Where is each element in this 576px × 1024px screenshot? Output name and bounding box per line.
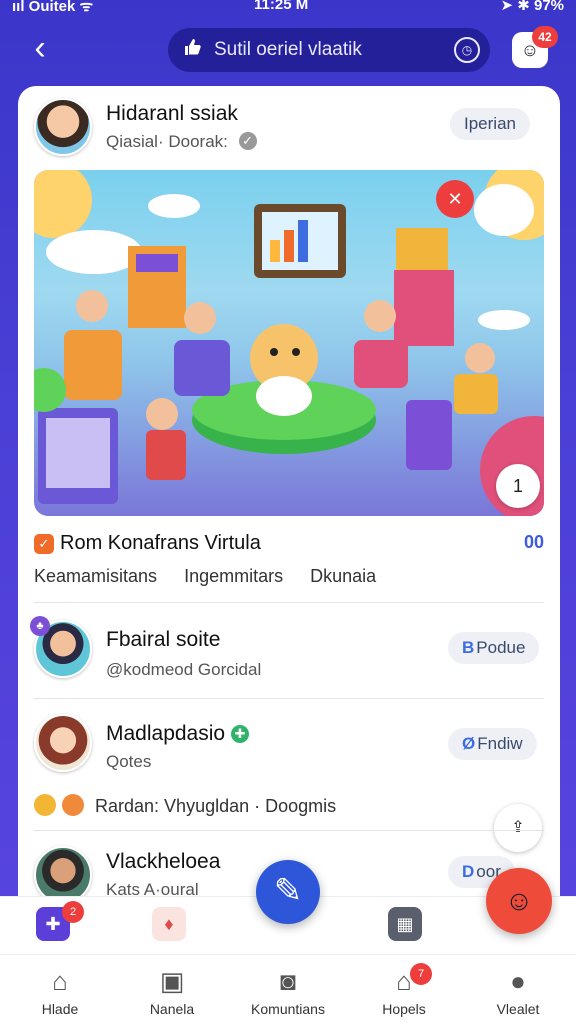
tag-item[interactable]: Ingemmitars (184, 566, 283, 586)
profile-action-button[interactable]: Iperian (450, 108, 530, 140)
top-header: ‹ Sutil oeriel vlaatik ◷ ☺ 42 (0, 24, 576, 80)
tab-label: Hopels (382, 1001, 426, 1017)
badge-icon: ✓ (34, 534, 54, 554)
divider (34, 698, 544, 699)
post-tags: Keamamisitans Ingemmitars Dkunaia (34, 566, 398, 587)
person-name[interactable]: Madlapdasio (106, 722, 225, 745)
hero-illustration (34, 170, 544, 516)
post-title[interactable]: Rom Konafrans Virtula (60, 532, 261, 555)
notification-badge: 42 (532, 26, 558, 48)
bottom-tab-bar: ⌂ Hlade ▣ Nanela ◙ Komuntians ⌂ Hopels 7… (0, 954, 576, 1024)
check-icon: ✓ (238, 132, 257, 150)
follow-button[interactable]: Ø Fndiw (448, 728, 537, 760)
tab-label: Nanela (149, 1001, 195, 1017)
bag-icon: ▣ (159, 966, 185, 996)
follow-icon: D (462, 862, 475, 881)
people-icon[interactable]: ♦ (152, 907, 186, 941)
search-bar[interactable]: Sutil oeriel vlaatik ◷ (168, 28, 490, 72)
person-handle: Qotes (106, 752, 152, 771)
status-bar: ııl Ouitek ᯤ 11:25 M ➤ ✱ 97% (0, 0, 576, 18)
follow-icon: Ø (462, 734, 476, 753)
meta-text: Rardan: Vhyugldan · Doogmis (95, 796, 337, 816)
tab-label: Vlealet (496, 1001, 540, 1017)
clock-text: 11:25 M (254, 0, 309, 13)
tab-label: Komuntians (251, 1001, 325, 1017)
person-name[interactable]: Vlackheloea (106, 850, 220, 874)
person-name[interactable]: Fbairal soite (106, 628, 220, 652)
divider (34, 830, 544, 831)
search-label: Sutil oeriel vlaatik (214, 39, 362, 60)
battery-text: ➤ ✱ 97% (500, 0, 565, 14)
tab-komuntians[interactable]: ◙ Komuntians (238, 965, 338, 1017)
profile-name: Hidaranl ssiak (106, 102, 238, 125)
tab-label: Hlade (41, 1001, 79, 1017)
post-title-row: ✓ Rom Konafrans Virtula 00 (34, 532, 544, 560)
person-icon: ● (510, 966, 526, 996)
follow-label: Fndiw (477, 734, 523, 753)
tab-vlealet[interactable]: ● Vlealet (468, 965, 568, 1017)
hero-counter-button[interactable]: 1 (496, 464, 540, 508)
compose-button[interactable]: ✎ (256, 860, 320, 924)
camera-icon: ◙ (280, 966, 296, 996)
meta-row: Rardan: Vhyugldan · Doogmis (34, 794, 336, 817)
verified-icon: ✚ (231, 725, 250, 743)
clock-icon[interactable]: ◷ (454, 37, 480, 63)
hero-image[interactable]: ✕ 1 (34, 170, 544, 516)
post-count: 00 (523, 532, 544, 552)
person-name-row: Madlapdasio ✚ (106, 722, 250, 746)
profile-subtitle: Qiasial· Doorak: ✓ (106, 132, 257, 152)
tab-hopels[interactable]: ⌂ Hopels (354, 965, 454, 1017)
thumbs-up-icon (182, 37, 204, 63)
tag-item[interactable]: Keamamisitans (34, 566, 157, 586)
avatar[interactable] (34, 714, 92, 772)
tag-item[interactable]: Dkunaia (310, 566, 376, 586)
profile-subtitle-text: Qiasial· Doorak: (106, 132, 228, 151)
follow-button[interactable]: B Podue (448, 632, 540, 664)
follow-icon: B (462, 638, 475, 657)
home-icon: ⌂ (52, 966, 68, 996)
house-icon: ⌂ (396, 966, 412, 996)
close-icon[interactable]: ✕ (436, 180, 474, 218)
follow-label: Podue (476, 638, 526, 657)
divider (34, 602, 544, 603)
avatar[interactable] (34, 98, 92, 156)
share-icon[interactable]: ⇪ (494, 804, 542, 852)
back-icon[interactable]: ‹ (22, 31, 58, 68)
tab-home[interactable]: ⌂ Hlade (10, 965, 110, 1017)
person-handle: @kodmeod Gorcidal (106, 660, 262, 679)
calendar-icon[interactable]: ▦ (388, 907, 422, 941)
action-badge: 2 (62, 901, 84, 923)
reaction-icon (34, 794, 56, 816)
tab-badge: 7 (410, 963, 432, 985)
group-icon: ♣ (30, 616, 50, 636)
chat-icon[interactable]: ☺ (486, 868, 552, 934)
reaction-icon (62, 794, 84, 816)
carrier-text: ııl Ouitek ᯤ (12, 0, 94, 15)
feed-card: Hidaranl ssiak Qiasial· Doorak: ✓ Iperia… (18, 86, 560, 946)
tab-nanela[interactable]: ▣ Nanela (122, 965, 222, 1017)
